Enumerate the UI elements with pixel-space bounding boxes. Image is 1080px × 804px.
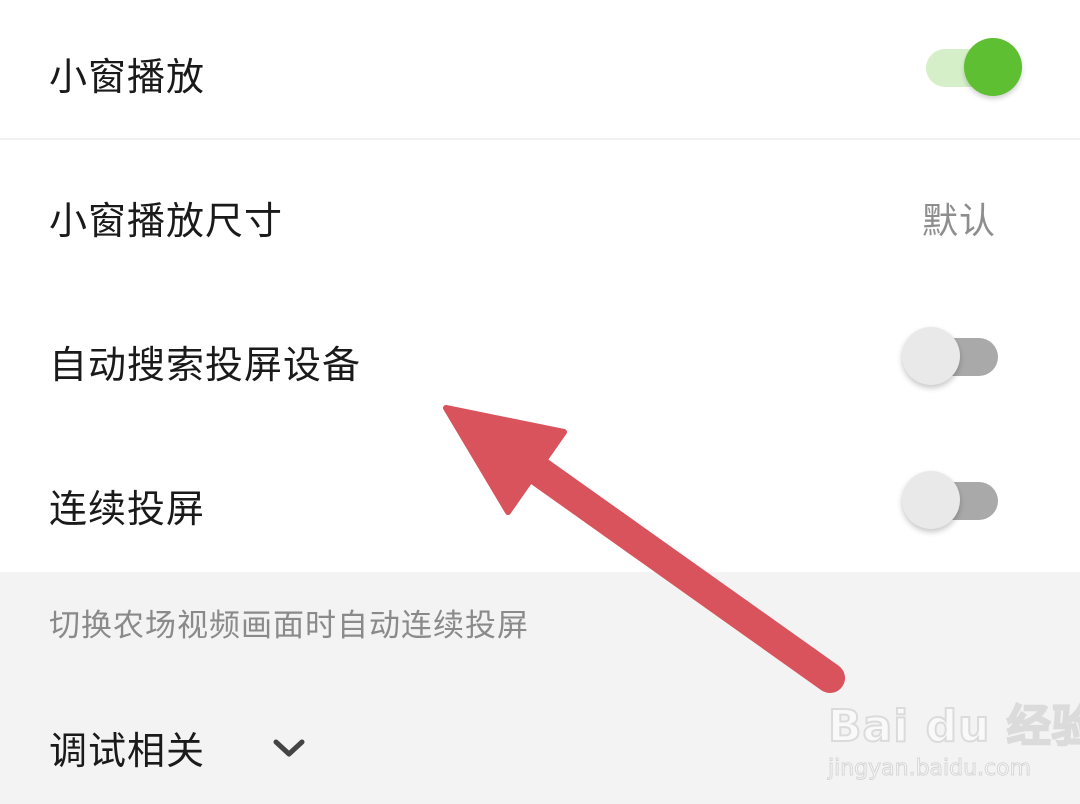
setting-label-auto-search: 自动搜索投屏设备 — [49, 343, 362, 387]
toggle-knob — [964, 38, 1022, 96]
setting-label-mini-window-size: 小窗播放尺寸 — [49, 199, 284, 243]
watermark-logo: Bai du 经验 — [827, 700, 1080, 753]
mini-window-toggle[interactable] — [926, 38, 1022, 98]
setting-label-mini-window: 小窗播放 — [49, 55, 206, 99]
watermark-url: jingyan.baidu.com — [827, 756, 1032, 782]
baidu-jingyan-watermark: Bai du 经验 jingyan.baidu.com — [827, 690, 1080, 790]
continuous-cast-hint: 切换农场视频画面时自动连续投屏 — [49, 608, 529, 644]
debug-section-label[interactable]: 调试相关 — [49, 720, 205, 775]
setting-value-mini-window-size: 默认 — [921, 201, 996, 242]
setting-row-mini-window[interactable]: 小窗播放 — [0, 0, 1080, 138]
settings-screen: 小窗播放 小窗播放尺寸 默认 自动搜索投屏设备 连续投屏 切换农场视频画面时自动… — [0, 0, 1080, 804]
auto-search-toggle[interactable] — [902, 327, 998, 387]
setting-row-auto-search[interactable]: 自动搜索投屏设备 — [0, 284, 1080, 428]
continuous-cast-toggle[interactable] — [902, 471, 998, 531]
chevron-down-icon[interactable] — [272, 736, 306, 760]
setting-row-mini-window-size[interactable]: 小窗播放尺寸 默认 — [0, 140, 1080, 284]
toggle-knob — [902, 471, 960, 529]
toggle-knob — [902, 327, 960, 385]
setting-label-continuous-cast: 连续投屏 — [49, 487, 206, 531]
setting-row-continuous-cast[interactable]: 连续投屏 — [0, 428, 1080, 572]
